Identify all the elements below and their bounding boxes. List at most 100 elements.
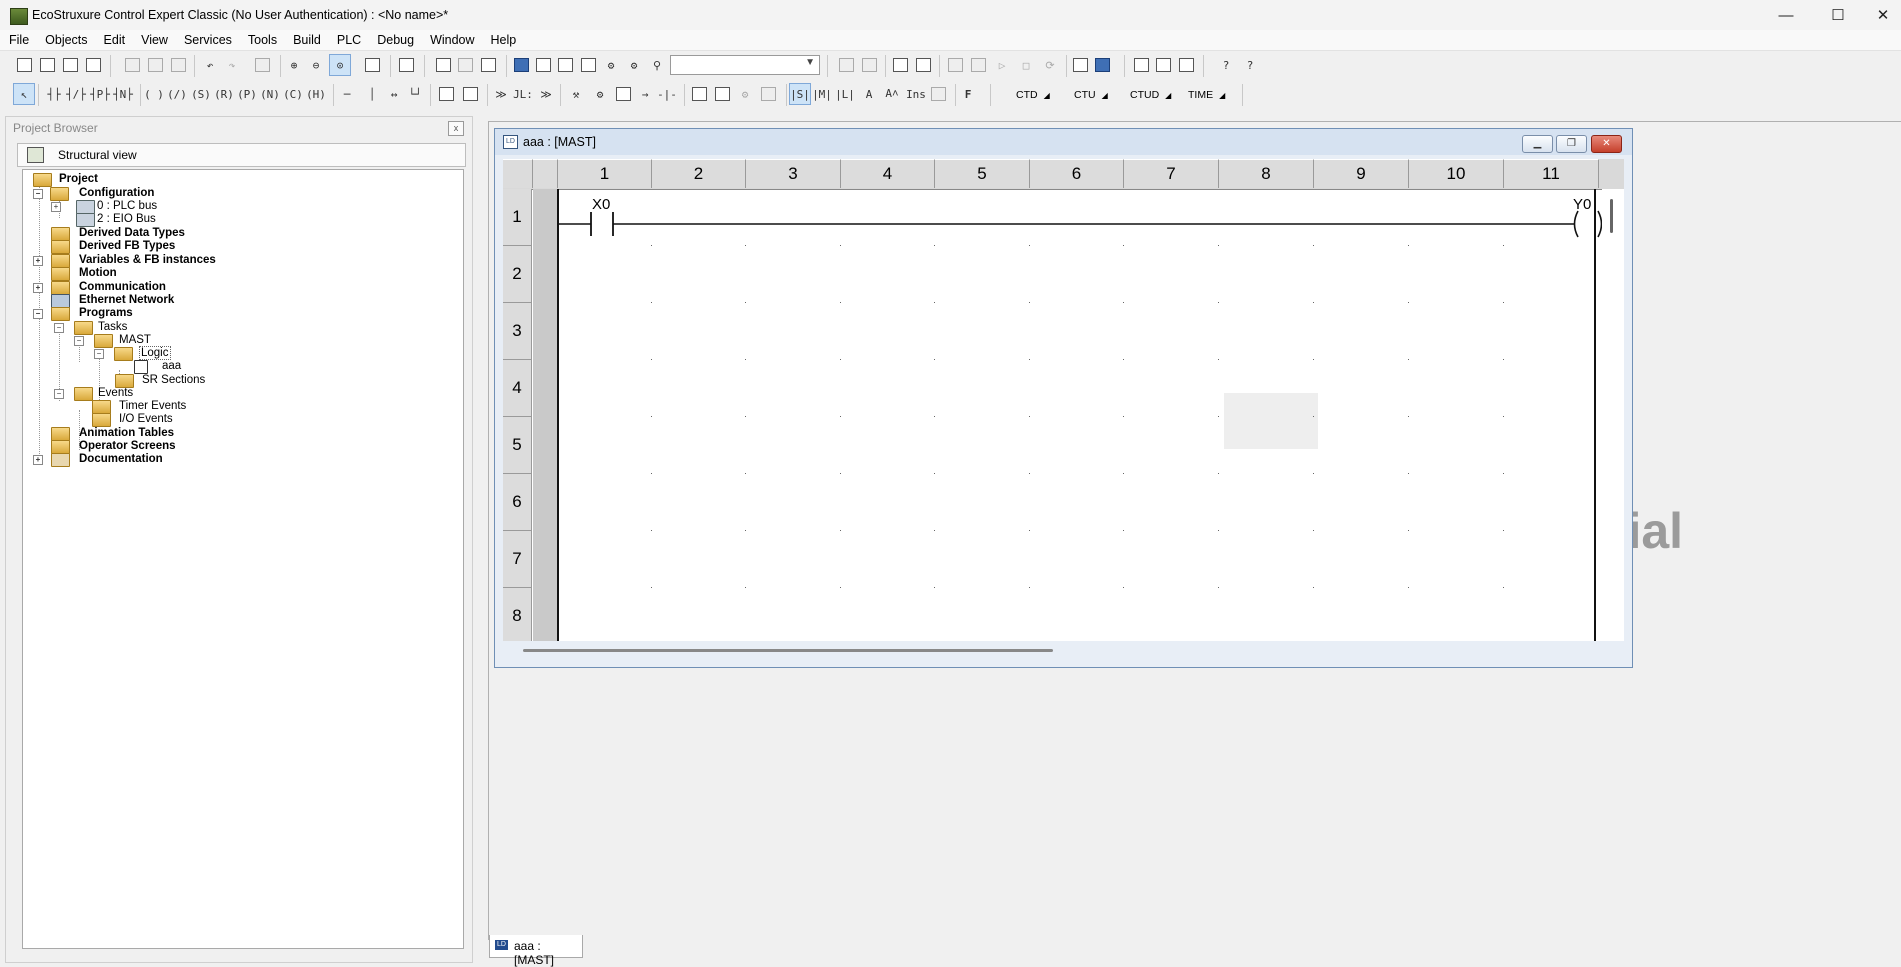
comment-icon[interactable] bbox=[689, 84, 709, 104]
compare-block-icon[interactable] bbox=[436, 84, 456, 104]
types-icon[interactable] bbox=[478, 55, 498, 75]
font-icon[interactable]: A bbox=[859, 84, 879, 104]
link-icon[interactable]: ⚙ bbox=[624, 55, 644, 75]
menu-help[interactable]: Help bbox=[482, 30, 524, 50]
reset-coil-icon[interactable]: (R) bbox=[214, 84, 234, 104]
ctd-block-button[interactable]: CTD ◢ bbox=[1016, 85, 1050, 105]
window-icon[interactable] bbox=[578, 55, 598, 75]
ld-grid[interactable]: 1 2 3 4 5 6 7 8 9 10 11 1 2 3 4 5 6 7 8 bbox=[503, 159, 1624, 641]
collapse-icon[interactable]: − bbox=[33, 309, 43, 319]
horizontal-scrollbar[interactable] bbox=[503, 641, 1624, 659]
project-tree[interactable]: Project − Configuration + 0 : PLC bus 2 … bbox=[22, 169, 464, 949]
collapse-icon[interactable]: − bbox=[33, 189, 43, 199]
mixed-mode-icon[interactable]: |M| bbox=[812, 84, 832, 104]
v-link-icon[interactable]: │ bbox=[362, 84, 382, 104]
h-link-icon[interactable]: ─ bbox=[337, 84, 357, 104]
expand-icon[interactable]: + bbox=[33, 455, 43, 465]
menu-window[interactable]: Window bbox=[421, 30, 481, 50]
new-icon[interactable] bbox=[14, 55, 34, 75]
ctud-block-button[interactable]: CTUD ◢ bbox=[1130, 85, 1171, 105]
collapse-icon[interactable]: − bbox=[54, 389, 64, 399]
collapse-icon[interactable]: − bbox=[54, 323, 64, 333]
simulator-icon[interactable] bbox=[913, 55, 933, 75]
edfb-icon[interactable]: ⚙ bbox=[590, 84, 610, 104]
ffb-input-icon[interactable] bbox=[613, 84, 633, 104]
build-icon[interactable] bbox=[859, 55, 879, 75]
data-editor-icon[interactable] bbox=[455, 55, 475, 75]
no-contact-icon[interactable]: ┤├ bbox=[44, 84, 64, 104]
vertical-scrollbar[interactable] bbox=[1602, 189, 1624, 641]
context-help-icon[interactable]: ? bbox=[1240, 55, 1260, 75]
tree-item-aaa[interactable]: aaa bbox=[134, 359, 181, 374]
ffb-assistant-icon[interactable]: ⚒ bbox=[566, 84, 586, 104]
ld-minimize-button[interactable]: ▁ bbox=[1522, 135, 1553, 153]
select-mode-icon[interactable]: |S| bbox=[789, 83, 811, 105]
search-combo[interactable]: ▼ bbox=[670, 55, 820, 75]
h-link-fill-icon[interactable]: ↔ bbox=[384, 84, 404, 104]
scroll-thumb[interactable] bbox=[523, 649, 1053, 652]
tile-vertical-icon[interactable] bbox=[1176, 55, 1196, 75]
n-coil-icon[interactable]: (N) bbox=[260, 84, 280, 104]
export-icon[interactable] bbox=[396, 55, 416, 75]
undo-icon[interactable]: ↶ bbox=[200, 55, 220, 75]
function-icon[interactable]: F bbox=[958, 84, 978, 104]
collapse-icon[interactable]: − bbox=[94, 349, 104, 359]
maximize-button[interactable]: ☐ bbox=[1815, 0, 1861, 30]
contact-variable[interactable]: X0 bbox=[592, 196, 610, 213]
run-icon[interactable]: ▷ bbox=[992, 55, 1012, 75]
rung-1[interactable] bbox=[503, 159, 1624, 641]
menu-file[interactable]: File bbox=[0, 30, 36, 50]
jump-icon[interactable]: ≫ bbox=[491, 84, 511, 104]
copy-icon[interactable] bbox=[122, 55, 142, 75]
structural-view-tab[interactable]: Structural view bbox=[17, 143, 466, 167]
coil-icon[interactable]: ( ) bbox=[144, 84, 164, 104]
tree-item-eio-bus[interactable]: 2 : EIO Bus bbox=[51, 212, 156, 227]
pin-icon[interactable]: → bbox=[635, 84, 655, 104]
help-icon[interactable]: ? bbox=[1216, 55, 1236, 75]
close-button[interactable]: ✕ bbox=[1860, 0, 1901, 30]
stop-icon[interactable]: □ bbox=[1016, 55, 1036, 75]
ld-window-titlebar[interactable]: LD aaa : [MAST] ▁ ❐ ✕ bbox=[495, 129, 1632, 155]
browser-icon[interactable] bbox=[511, 55, 531, 75]
menu-tools[interactable]: Tools bbox=[239, 30, 284, 50]
align-icon[interactable]: ⚙ bbox=[735, 84, 755, 104]
chevron-down-icon[interactable]: ▼ bbox=[805, 57, 815, 68]
insert-mode-label[interactable]: Ins bbox=[906, 84, 926, 104]
tree-icon[interactable] bbox=[533, 55, 553, 75]
document-tab[interactable]: LD aaa : [MAST] bbox=[489, 935, 583, 967]
minimize-button[interactable]: — bbox=[1763, 0, 1809, 30]
p-coil-icon[interactable]: (P) bbox=[237, 84, 257, 104]
zoom-fit-icon[interactable]: ⊙ bbox=[329, 54, 351, 76]
set-coil-icon[interactable]: (S) bbox=[191, 84, 211, 104]
font-size-icon[interactable]: A˄ bbox=[882, 84, 902, 104]
coil-variable[interactable]: Y0 bbox=[1573, 196, 1591, 213]
tree-item-derived-fb-types[interactable]: Derived FB Types bbox=[51, 239, 175, 254]
select-icon[interactable]: ↖ bbox=[13, 83, 35, 105]
open-icon[interactable] bbox=[37, 55, 57, 75]
ld-restore-button[interactable]: ❐ bbox=[1556, 135, 1587, 153]
distribute-icon[interactable] bbox=[758, 84, 778, 104]
n-contact-icon[interactable]: ┤N├ bbox=[113, 84, 133, 104]
expand-icon[interactable]: + bbox=[33, 283, 43, 293]
connect-icon[interactable] bbox=[945, 55, 965, 75]
ld-mode-icon[interactable]: |L| bbox=[835, 84, 855, 104]
close-icon[interactable]: x bbox=[448, 121, 464, 136]
link-icon[interactable]: └┘ bbox=[405, 84, 425, 104]
animation-icon[interactable] bbox=[1070, 55, 1090, 75]
search-icon[interactable]: ⚲ bbox=[647, 55, 667, 75]
cut-icon[interactable] bbox=[145, 55, 165, 75]
table-icon[interactable] bbox=[555, 55, 575, 75]
expand-icon[interactable]: + bbox=[51, 202, 61, 212]
expand-icon[interactable]: + bbox=[33, 256, 43, 266]
tree-item-documentation[interactable]: + Documentation bbox=[33, 452, 163, 467]
menu-build[interactable]: Build bbox=[284, 30, 328, 50]
tree-item-motion[interactable]: Motion bbox=[51, 266, 117, 281]
redo-icon[interactable]: ↷ bbox=[222, 55, 242, 75]
tile-horizontal-icon[interactable] bbox=[1153, 55, 1173, 75]
label-icon[interactable]: JL: bbox=[513, 84, 533, 104]
analyze-icon[interactable] bbox=[836, 55, 856, 75]
operate-block-icon[interactable] bbox=[460, 84, 480, 104]
negated-coil-icon[interactable]: (/) bbox=[167, 84, 187, 104]
nc-contact-icon[interactable]: ┤/├ bbox=[66, 84, 86, 104]
tree-item-programs[interactable]: − Programs bbox=[33, 306, 133, 321]
